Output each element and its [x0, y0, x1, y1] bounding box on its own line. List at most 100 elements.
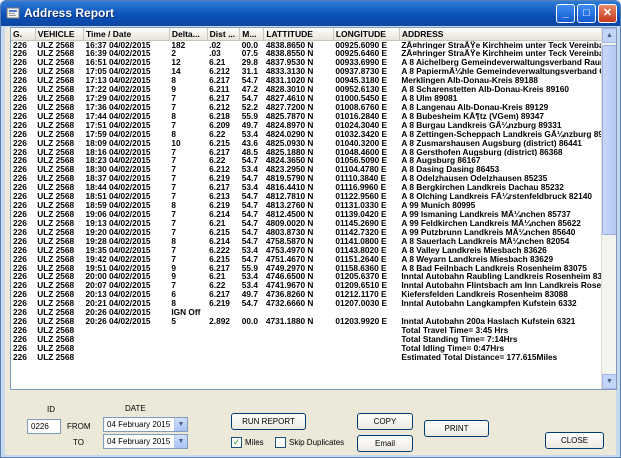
table-cell: A 8 Valley Landkreis Miesbach 83626 — [401, 245, 547, 255]
table-row[interactable]: 226 ULZ 2568 Total Travel Time= 3:45 Hrs — [11, 326, 616, 335]
table-row[interactable]: 226 ULZ 2568 18:30 04/02/2015 7 6.212 53.4 482… — [11, 165, 616, 174]
table-cell — [84, 371, 170, 380]
table-row[interactable]: 226 ULZ 2568 17:05 04/02/2015 14 6.212 31.1 48… — [11, 67, 616, 76]
scroll-up-icon[interactable]: ▲ — [602, 28, 616, 43]
chevron-down-icon[interactable]: ▼ — [174, 418, 187, 431]
vertical-scrollbar[interactable]: ▲ ▼ — [601, 28, 616, 389]
table-cell: 6.217 — [209, 183, 230, 193]
table-cell: 6.219 — [209, 201, 230, 210]
table-row[interactable]: 226 ULZ 2568 18:16 04/02/2015 7 6.217 48.5 482… — [11, 148, 616, 157]
from-date-picker[interactable]: 04 February 2015 ▼ — [103, 417, 188, 432]
table-row[interactable]: 226 ULZ 2568 16:37 04/02/2015 182 .02 00.0 483… — [11, 40, 616, 49]
column-header[interactable]: G. — [11, 28, 36, 41]
column-header[interactable]: ADDRESS — [399, 28, 616, 41]
table-cell — [11, 362, 35, 371]
table-row[interactable]: 226 ULZ 2568 17:22 04/02/2015 9 6.211 47.2 482… — [11, 85, 616, 94]
table-row[interactable]: 226 ULZ 2568 20:07 04/02/2015 7 6.22 53.4 4741… — [11, 281, 616, 290]
table-row[interactable]: 226 ULZ 2568 19:35 04/02/2015 7 6.222 53.4 475… — [11, 246, 616, 255]
table-row[interactable]: 226 ULZ 2568 16:39 04/02/2015 2 .03 07.5 4838.… — [11, 49, 616, 58]
close-window-button[interactable]: ✕ — [598, 4, 617, 23]
table-row[interactable]: 226 ULZ 2568 18:37 04/02/2015 7 6.219 54.7 481… — [11, 174, 616, 183]
table-cell: 53.4 — [241, 165, 258, 175]
table-row[interactable]: 226 ULZ 2568 20:00 04/02/2015 9 6.21 53.4 4746… — [11, 272, 616, 281]
table-row[interactable]: 226 ULZ 2568 18:23 04/02/2015 7 6.22 54.7 4824… — [11, 156, 616, 165]
table-row[interactable]: 226 ULZ 2568 20:26 04/02/2015 5 2.892 00.0 473… — [11, 317, 616, 326]
table-row[interactable]: 226 ULZ 2568 18:51 04/02/2015 7 6.213 54.7 481… — [11, 192, 616, 201]
table-cell: 6.215 — [209, 227, 230, 237]
table-row[interactable] — [11, 371, 616, 380]
minimize-button[interactable]: _ — [556, 4, 575, 23]
id-field[interactable]: 0226 — [27, 419, 61, 434]
table-row[interactable]: 226 ULZ 2568 20:13 04/02/2015 6 6.217 49.7 473… — [11, 290, 616, 299]
table-cell: 226 — [13, 192, 27, 202]
table-cell: 6.214 — [209, 236, 230, 246]
run-report-button[interactable]: RUN REPORT — [231, 413, 306, 430]
column-header[interactable]: LATTITUDE — [263, 28, 334, 41]
table-row[interactable]: 226 ULZ 2568 19:51 04/02/2015 9 6.217 55.9 474… — [11, 264, 616, 273]
scroll-down-icon[interactable]: ▼ — [602, 374, 616, 389]
table-cell — [35, 362, 83, 371]
table-row[interactable]: 226 ULZ 2568 18:44 04/02/2015 7 6.217 53.4 481… — [11, 183, 616, 192]
table-cell: 4813.2760 N — [265, 201, 314, 210]
to-date-picker[interactable]: 04 February 2015 ▼ — [103, 434, 188, 449]
print-button[interactable]: PRINT — [424, 420, 489, 437]
table-row[interactable]: 226 ULZ 2568 20:26 04/02/2015 IGN Off — [11, 308, 616, 317]
miles-checkbox[interactable]: ✓ — [231, 437, 242, 448]
maximize-button[interactable]: □ — [577, 4, 596, 23]
table-row[interactable]: 226 ULZ 2568 19:06 04/02/2015 7 6.214 54.7 481… — [11, 210, 616, 219]
table-row[interactable]: 226 ULZ 2568 17:13 04/02/2015 8 6.217 54.7 483… — [11, 76, 616, 85]
table-cell — [207, 344, 240, 353]
close-button[interactable]: CLOSE — [545, 432, 604, 449]
table-cell: .03 — [209, 49, 221, 59]
table-cell: 00925.6460 E — [335, 49, 388, 59]
skip-duplicates-checkbox[interactable] — [275, 437, 286, 448]
copy-button[interactable]: COPY — [357, 413, 413, 430]
table-row[interactable]: 226 ULZ 2568 18:59 04/02/2015 8 6.219 54.7 481… — [11, 201, 616, 210]
email-button[interactable]: Email — [357, 435, 413, 452]
table-row[interactable]: 226 ULZ 2568 19:13 04/02/2015 7 6.21 54.7 4809… — [11, 219, 616, 228]
table-row[interactable]: 226 ULZ 2568 19:20 04/02/2015 7 6.215 54.7 480… — [11, 228, 616, 237]
column-header[interactable]: Dist ... — [207, 28, 241, 41]
table-cell: A 8 Langenau Alb-Donau-Kreis 89129 — [401, 102, 549, 112]
table-row[interactable] — [11, 362, 616, 371]
report-list[interactable]: G. VEHICLE Time / Date Delta... Dist ... M...… — [10, 27, 617, 390]
chevron-down-icon[interactable]: ▼ — [174, 435, 187, 448]
table-row[interactable]: 226 ULZ 2568 18:09 04/02/2015 10 6.215 43.6 48… — [11, 139, 616, 148]
title-bar[interactable]: Address Report _ □ ✕ — [1, 1, 620, 26]
table-cell: Estimated Total Distance= 177.615Miles — [401, 352, 558, 362]
table-cell — [169, 335, 207, 344]
table-row[interactable]: 226 ULZ 2568 19:42 04/02/2015 7 6.215 54.7 475… — [11, 255, 616, 264]
column-header[interactable]: Delta... — [169, 28, 208, 41]
table-row[interactable]: 226 ULZ 2568 17:29 04/02/2015 7 6.217 54.7 482… — [11, 94, 616, 103]
table-cell: A 8 Sauerlach Landkreis MÃ¼nchen 82054 — [401, 236, 570, 246]
table-cell: 54.7 — [241, 192, 258, 202]
table-row[interactable]: 226 ULZ 2568 Total Standing Time= 7:14Hrs — [11, 335, 616, 344]
table-cell: A 8 PapiermÃ¼hle Gemeindeverwaltungsverb… — [401, 67, 616, 77]
report-table: G. VEHICLE Time / Date Delta... Dist ... M...… — [11, 28, 616, 380]
table-cell: 226 — [13, 58, 27, 68]
column-header[interactable]: LONGITUDE — [333, 28, 400, 41]
column-header[interactable]: M... — [239, 28, 265, 41]
table-cell: 00933.6990 E — [335, 58, 388, 68]
table-cell: 54.7 — [241, 210, 258, 219]
table-row[interactable]: 226 ULZ 2568 19:28 04/02/2015 8 6.214 54.7 475… — [11, 237, 616, 246]
table-row[interactable]: 226 ULZ 2568 17:44 04/02/2015 8 6.218 55.9 482… — [11, 112, 616, 121]
table-row[interactable]: 226 ULZ 2568 20:21 04/02/2015 8 6.219 54.7 473… — [11, 299, 616, 308]
table-cell: 7 — [171, 281, 176, 291]
table-cell: 4749.2970 N — [265, 263, 314, 273]
table-cell: 6.213 — [209, 192, 230, 202]
scroll-thumb[interactable] — [602, 45, 616, 235]
table-row[interactable]: 226 ULZ 2568 17:59 04/02/2015 8 6.22 53.4 4824… — [11, 130, 616, 139]
table-row[interactable]: 226 ULZ 2568 17:36 04/02/2015 7 6.212 52.2 482… — [11, 103, 616, 112]
column-header[interactable]: VEHICLE — [35, 28, 85, 41]
table-cell: 01048.4600 E — [335, 147, 388, 157]
column-header[interactable]: Time / Date — [83, 28, 170, 41]
table-cell — [333, 362, 399, 371]
table-cell: 6.222 — [209, 245, 230, 255]
table-row[interactable]: 226 ULZ 2568 Estimated Total Distance= 177… — [11, 353, 616, 362]
table-row[interactable]: 226 ULZ 2568 17:51 04/02/2015 7 6.209 49.7 482… — [11, 121, 616, 130]
table-cell: 6.209 — [209, 120, 230, 130]
table-row[interactable]: 226 ULZ 2568 16:51 04/02/2015 12 6.21 29.8 483… — [11, 58, 616, 67]
table-cell: 6.217 — [209, 147, 230, 157]
table-row[interactable]: 226 ULZ 2568 Total Idling Time= 0:47Hrs — [11, 344, 616, 353]
